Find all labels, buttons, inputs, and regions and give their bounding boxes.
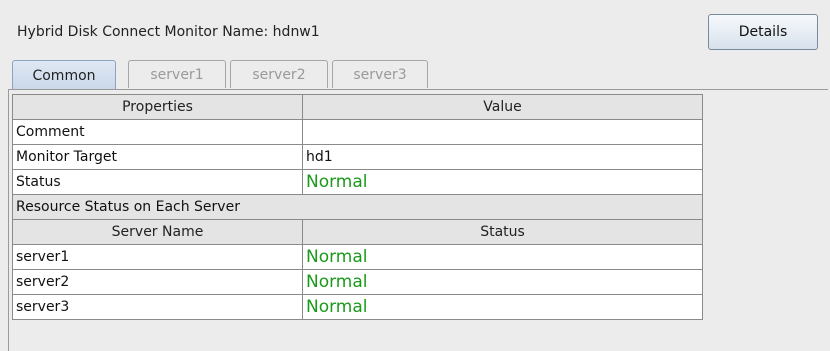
server-name: server1 <box>12 244 303 270</box>
tab-content-panel: Properties Value Comment Monitor Target … <box>8 89 828 351</box>
monitor-header: Hybrid Disk Connect Monitor Name: hdnw1 … <box>0 0 830 60</box>
property-name: Comment <box>12 119 303 145</box>
properties-table: Properties Value Comment Monitor Target … <box>12 94 703 320</box>
server-status: Normal <box>302 269 703 295</box>
server-header-row: Server Name Status <box>12 219 703 245</box>
column-header-status[interactable]: Status <box>302 219 703 245</box>
status-value: Normal <box>302 169 703 195</box>
server-name: server3 <box>12 294 303 320</box>
monitor-title: Hybrid Disk Connect Monitor Name: hdnw1 <box>17 24 320 40</box>
server-row: server3 Normal <box>12 294 703 320</box>
section-title: Resource Status on Each Server <box>12 194 703 220</box>
server-name: server2 <box>12 269 303 295</box>
server-row: server2 Normal <box>12 269 703 295</box>
table-row: Monitor Target hd1 <box>12 144 703 170</box>
server-row: server1 Normal <box>12 244 703 270</box>
section-row: Resource Status on Each Server <box>12 194 703 220</box>
column-header-value[interactable]: Value <box>302 94 703 120</box>
property-name: Status <box>12 169 303 195</box>
table-row: Comment <box>12 119 703 145</box>
property-name: Monitor Target <box>12 144 303 170</box>
property-value: hd1 <box>302 144 703 170</box>
tab-server1[interactable]: server1 <box>128 60 226 88</box>
property-value <box>302 119 703 145</box>
tab-common[interactable]: Common <box>12 60 116 90</box>
server-status: Normal <box>302 244 703 270</box>
tab-server2[interactable]: server2 <box>230 60 328 88</box>
tab-server3[interactable]: server3 <box>332 60 428 88</box>
table-row: Status Normal <box>12 169 703 195</box>
column-header-properties[interactable]: Properties <box>12 94 303 120</box>
details-button[interactable]: Details <box>708 14 818 50</box>
server-status: Normal <box>302 294 703 320</box>
table-header-row: Properties Value <box>12 94 703 120</box>
column-header-server-name[interactable]: Server Name <box>12 219 303 245</box>
